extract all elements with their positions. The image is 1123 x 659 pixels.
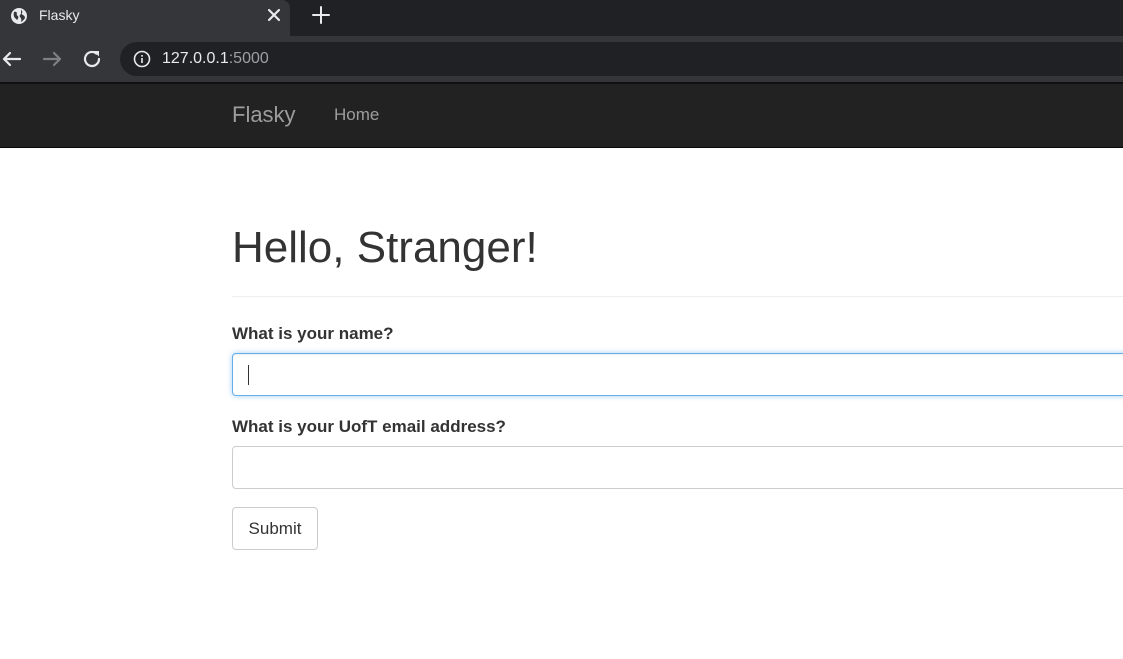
address-bar[interactable]: 127.0.0.1:5000 xyxy=(120,42,1123,76)
globe-icon xyxy=(11,8,27,24)
text-caret xyxy=(248,365,249,385)
name-input[interactable] xyxy=(232,353,1123,396)
email-label: What is your UofT email address? xyxy=(232,417,506,436)
page-header: Hello, Stranger! xyxy=(232,222,1123,274)
info-icon[interactable] xyxy=(133,50,151,68)
plus-icon[interactable] xyxy=(310,4,332,26)
arrow-left-icon[interactable] xyxy=(0,47,24,71)
tab-title: Flasky xyxy=(39,7,80,23)
browser-tab[interactable]: Flasky xyxy=(0,0,290,36)
submit-button[interactable]: Submit xyxy=(232,507,318,550)
header-divider xyxy=(232,296,1123,297)
reload-icon[interactable] xyxy=(80,47,104,71)
browser-tabstrip: Flasky xyxy=(0,0,1123,36)
navbar-brand[interactable]: Flasky xyxy=(232,102,296,128)
site-navbar: Flasky Home xyxy=(0,84,1123,148)
url-text: 127.0.0.1:5000 xyxy=(162,50,269,68)
close-icon[interactable] xyxy=(264,5,284,25)
browser-toolbar: 127.0.0.1:5000 xyxy=(0,36,1123,82)
nav-link-home[interactable]: Home xyxy=(334,105,379,125)
name-label: What is your name? xyxy=(232,324,394,343)
email-input[interactable] xyxy=(232,446,1123,489)
url-host: 127.0.0.1 xyxy=(162,50,229,67)
arrow-right-icon[interactable] xyxy=(40,47,64,71)
url-port: :5000 xyxy=(228,50,269,67)
page-title: Hello, Stranger! xyxy=(232,223,538,272)
